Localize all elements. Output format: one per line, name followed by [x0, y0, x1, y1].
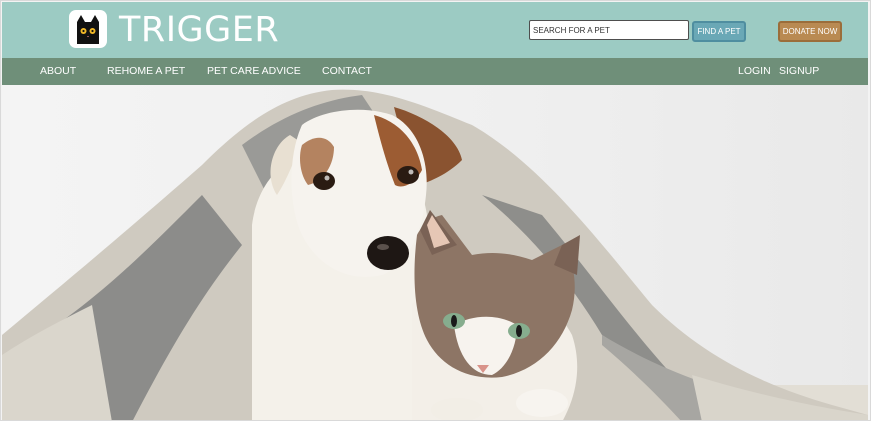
donate-now-button[interactable]: DONATE NOW	[778, 21, 842, 42]
nav-item-signup[interactable]: SIGNUP	[779, 58, 819, 85]
search-input[interactable]	[529, 20, 689, 40]
nav-item-pet-care-advice[interactable]: PET CARE ADVICE	[207, 58, 301, 85]
site-header: TRIGGER FIND A PET DONATE NOW	[2, 2, 868, 58]
main-nav: ABOUT REHOME A PET PET CARE ADVICE CONTA…	[2, 58, 868, 85]
nav-item-about[interactable]: ABOUT	[40, 58, 76, 85]
hero-image	[2, 85, 868, 420]
nav-item-rehome-a-pet[interactable]: REHOME A PET	[107, 58, 185, 85]
brand-name[interactable]: TRIGGER	[119, 9, 279, 51]
nav-item-contact[interactable]: CONTACT	[322, 58, 372, 85]
find-a-pet-button[interactable]: FIND A PET	[692, 21, 746, 42]
page: TRIGGER FIND A PET DONATE NOW ABOUT REHO…	[0, 0, 871, 421]
black-cat-icon[interactable]	[69, 10, 107, 48]
nav-item-login[interactable]: LOGIN	[738, 58, 771, 85]
